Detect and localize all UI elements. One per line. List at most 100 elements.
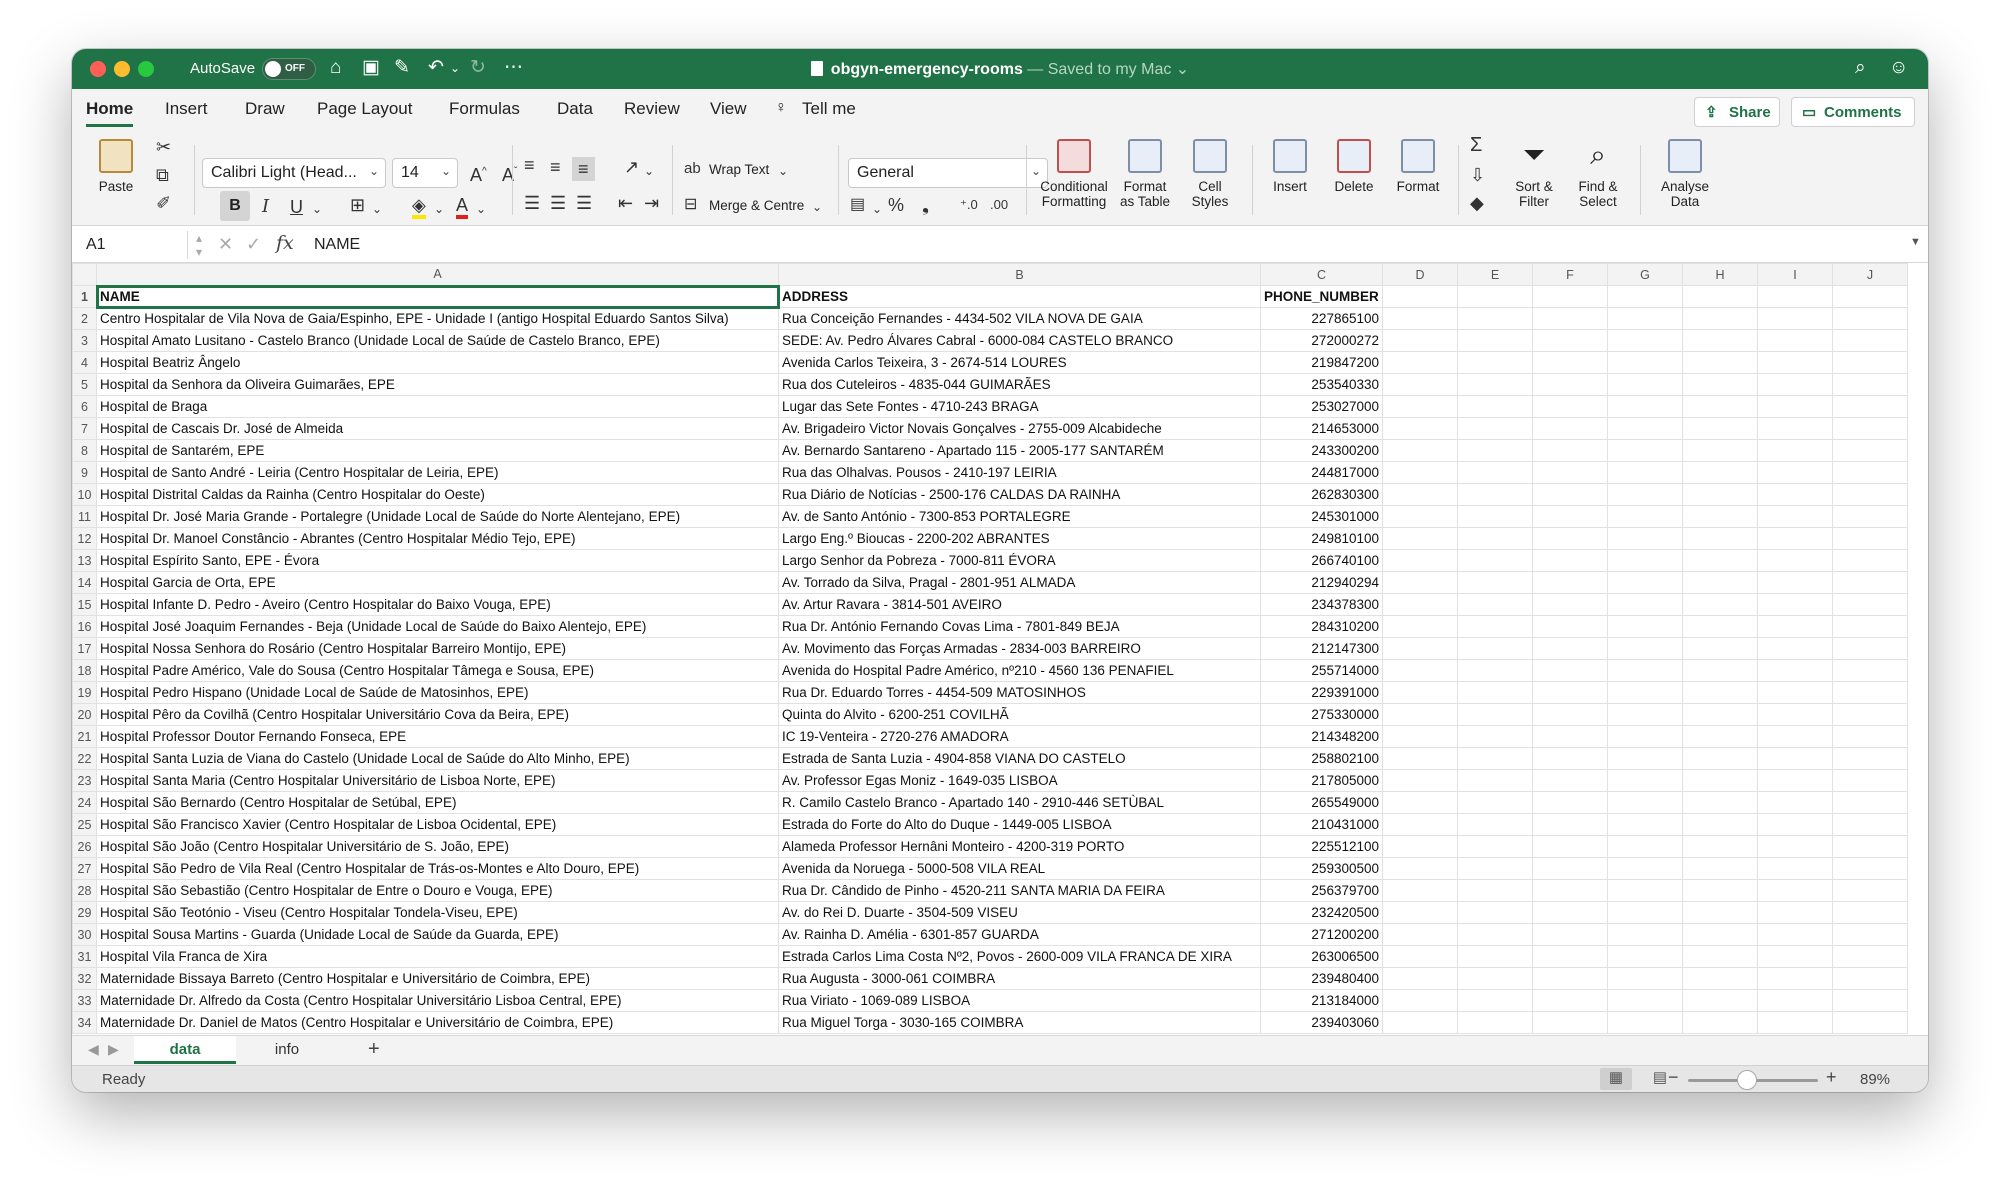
empty-cell[interactable]: [1532, 879, 1608, 902]
empty-cell[interactable]: [1532, 659, 1608, 682]
empty-cell[interactable]: [1457, 505, 1533, 528]
empty-cell[interactable]: [1532, 395, 1608, 418]
empty-cell[interactable]: [1457, 285, 1533, 308]
cell-name[interactable]: Hospital de Cascais Dr. José de Almeida: [96, 417, 779, 440]
align-right-icon[interactable]: ☰: [576, 193, 592, 213]
empty-cell[interactable]: [1457, 725, 1533, 748]
cell-name[interactable]: Hospital Garcia de Orta, EPE: [96, 571, 779, 594]
row-header[interactable]: 18: [72, 659, 97, 682]
empty-cell[interactable]: [1457, 615, 1533, 638]
empty-cell[interactable]: [1607, 769, 1683, 792]
empty-cell[interactable]: [1757, 417, 1833, 440]
cell-address[interactable]: Av. de Santo António - 7300-853 PORTALEG…: [778, 505, 1261, 528]
cell-address[interactable]: Rua Viriato - 1069-089 LISBOA: [778, 989, 1261, 1012]
tab-view[interactable]: View: [710, 99, 747, 119]
cell-phone-number[interactable]: 258802100: [1260, 747, 1383, 770]
empty-cell[interactable]: [1682, 659, 1758, 682]
row-header[interactable]: 14: [72, 571, 97, 594]
empty-cell[interactable]: [1382, 285, 1458, 308]
row-header[interactable]: 25: [72, 813, 97, 836]
cell-address[interactable]: Rua Augusta - 3000-061 COIMBRA: [778, 967, 1261, 990]
empty-cell[interactable]: [1832, 483, 1908, 506]
row-header[interactable]: 26: [72, 835, 97, 858]
spreadsheet-grid[interactable]: A B C D E F G H I J 1 NAME ADDRESS PHONE…: [72, 263, 1928, 1035]
comma-style-icon[interactable]: ❟: [922, 195, 929, 215]
empty-cell[interactable]: [1607, 703, 1683, 726]
tab-home[interactable]: Home: [86, 99, 134, 127]
align-center-icon[interactable]: ☰: [550, 193, 566, 213]
empty-cell[interactable]: [1607, 417, 1683, 440]
empty-cell[interactable]: [1757, 813, 1833, 836]
tab-insert[interactable]: Insert: [165, 99, 208, 119]
empty-cell[interactable]: [1757, 923, 1833, 946]
cell-phone-number[interactable]: 256379700: [1260, 879, 1383, 902]
empty-cell[interactable]: [1607, 483, 1683, 506]
row-header[interactable]: 3: [72, 329, 97, 352]
empty-cell[interactable]: [1607, 461, 1683, 484]
zoom-slider-thumb[interactable]: [1736, 1070, 1757, 1090]
empty-cell[interactable]: [1682, 901, 1758, 924]
column-header[interactable]: F: [1532, 263, 1608, 286]
empty-cell[interactable]: [1532, 703, 1608, 726]
cell-address[interactable]: Largo Eng.º Bioucas - 2200-202 ABRANTES: [778, 527, 1261, 550]
insert-function-icon[interactable]: fx: [276, 232, 294, 254]
cell-phone-number[interactable]: 275330000: [1260, 703, 1383, 726]
empty-cell[interactable]: [1532, 791, 1608, 814]
empty-cell[interactable]: [1607, 285, 1683, 308]
cell-address[interactable]: Quinta do Alvito - 6200-251 COVILHÃ: [778, 703, 1261, 726]
empty-cell[interactable]: [1532, 307, 1608, 330]
wrap-text-button[interactable]: Wrap Text: [709, 162, 769, 177]
row-header[interactable]: 15: [72, 593, 97, 616]
cell-phone-number[interactable]: 232420500: [1260, 901, 1383, 924]
empty-cell[interactable]: [1532, 439, 1608, 462]
empty-cell[interactable]: [1607, 967, 1683, 990]
row-header[interactable]: 33: [72, 989, 97, 1012]
empty-cell[interactable]: [1457, 769, 1533, 792]
empty-cell[interactable]: [1532, 417, 1608, 440]
cell-phone-number[interactable]: 212940294: [1260, 571, 1383, 594]
cell-name[interactable]: Hospital Infante D. Pedro - Aveiro (Cent…: [96, 593, 779, 616]
cell-address[interactable]: Rua das Olhalvas. Pousos - 2410-197 LEIR…: [778, 461, 1261, 484]
cell-address[interactable]: Av. Rainha D. Amélia - 6301-857 GUARDA: [778, 923, 1261, 946]
empty-cell[interactable]: [1607, 1011, 1683, 1034]
cell-phone-number[interactable]: 227865100: [1260, 307, 1383, 330]
empty-cell[interactable]: [1682, 505, 1758, 528]
empty-cell[interactable]: [1832, 901, 1908, 924]
insert-cells-button[interactable]: Insert: [1260, 139, 1320, 194]
empty-cell[interactable]: [1682, 1011, 1758, 1034]
empty-cell[interactable]: [1532, 351, 1608, 374]
empty-cell[interactable]: [1757, 901, 1833, 924]
empty-cell[interactable]: [1382, 813, 1458, 836]
row-header[interactable]: 31: [72, 945, 97, 968]
empty-cell[interactable]: [1532, 835, 1608, 858]
fill-color-icon[interactable]: ◈: [412, 195, 426, 219]
prev-sheet-icon[interactable]: ◀: [88, 1041, 99, 1058]
empty-cell[interactable]: [1382, 659, 1458, 682]
underline-button[interactable]: U: [290, 197, 303, 217]
empty-cell[interactable]: [1457, 439, 1533, 462]
empty-cell[interactable]: [1757, 461, 1833, 484]
cell-phone-number[interactable]: 271200200: [1260, 923, 1383, 946]
column-header[interactable]: A: [96, 263, 779, 287]
chevron-down-icon[interactable]: ⌄: [372, 199, 382, 219]
cell-phone-number[interactable]: 263006500: [1260, 945, 1383, 968]
italic-button[interactable]: I: [262, 197, 269, 217]
column-header[interactable]: B: [778, 263, 1261, 286]
orientation-icon[interactable]: ↗: [624, 157, 639, 177]
empty-cell[interactable]: [1457, 857, 1533, 880]
empty-cell[interactable]: [1532, 681, 1608, 704]
align-middle-icon[interactable]: ≡: [550, 157, 561, 177]
increase-font-icon[interactable]: A^: [470, 162, 487, 185]
empty-cell[interactable]: [1832, 835, 1908, 858]
column-header[interactable]: J: [1832, 263, 1908, 286]
empty-cell[interactable]: [1757, 835, 1833, 858]
paste-button[interactable]: Paste: [86, 139, 146, 194]
empty-cell[interactable]: [1682, 923, 1758, 946]
cell-phone-number[interactable]: 214653000: [1260, 417, 1383, 440]
tab-review[interactable]: Review: [624, 99, 680, 119]
cell-phone-number[interactable]: 266740100: [1260, 549, 1383, 572]
empty-cell[interactable]: [1757, 659, 1833, 682]
empty-cell[interactable]: [1382, 1011, 1458, 1034]
empty-cell[interactable]: [1382, 527, 1458, 550]
find-select-button[interactable]: ⌕ Find & Select: [1566, 139, 1630, 209]
